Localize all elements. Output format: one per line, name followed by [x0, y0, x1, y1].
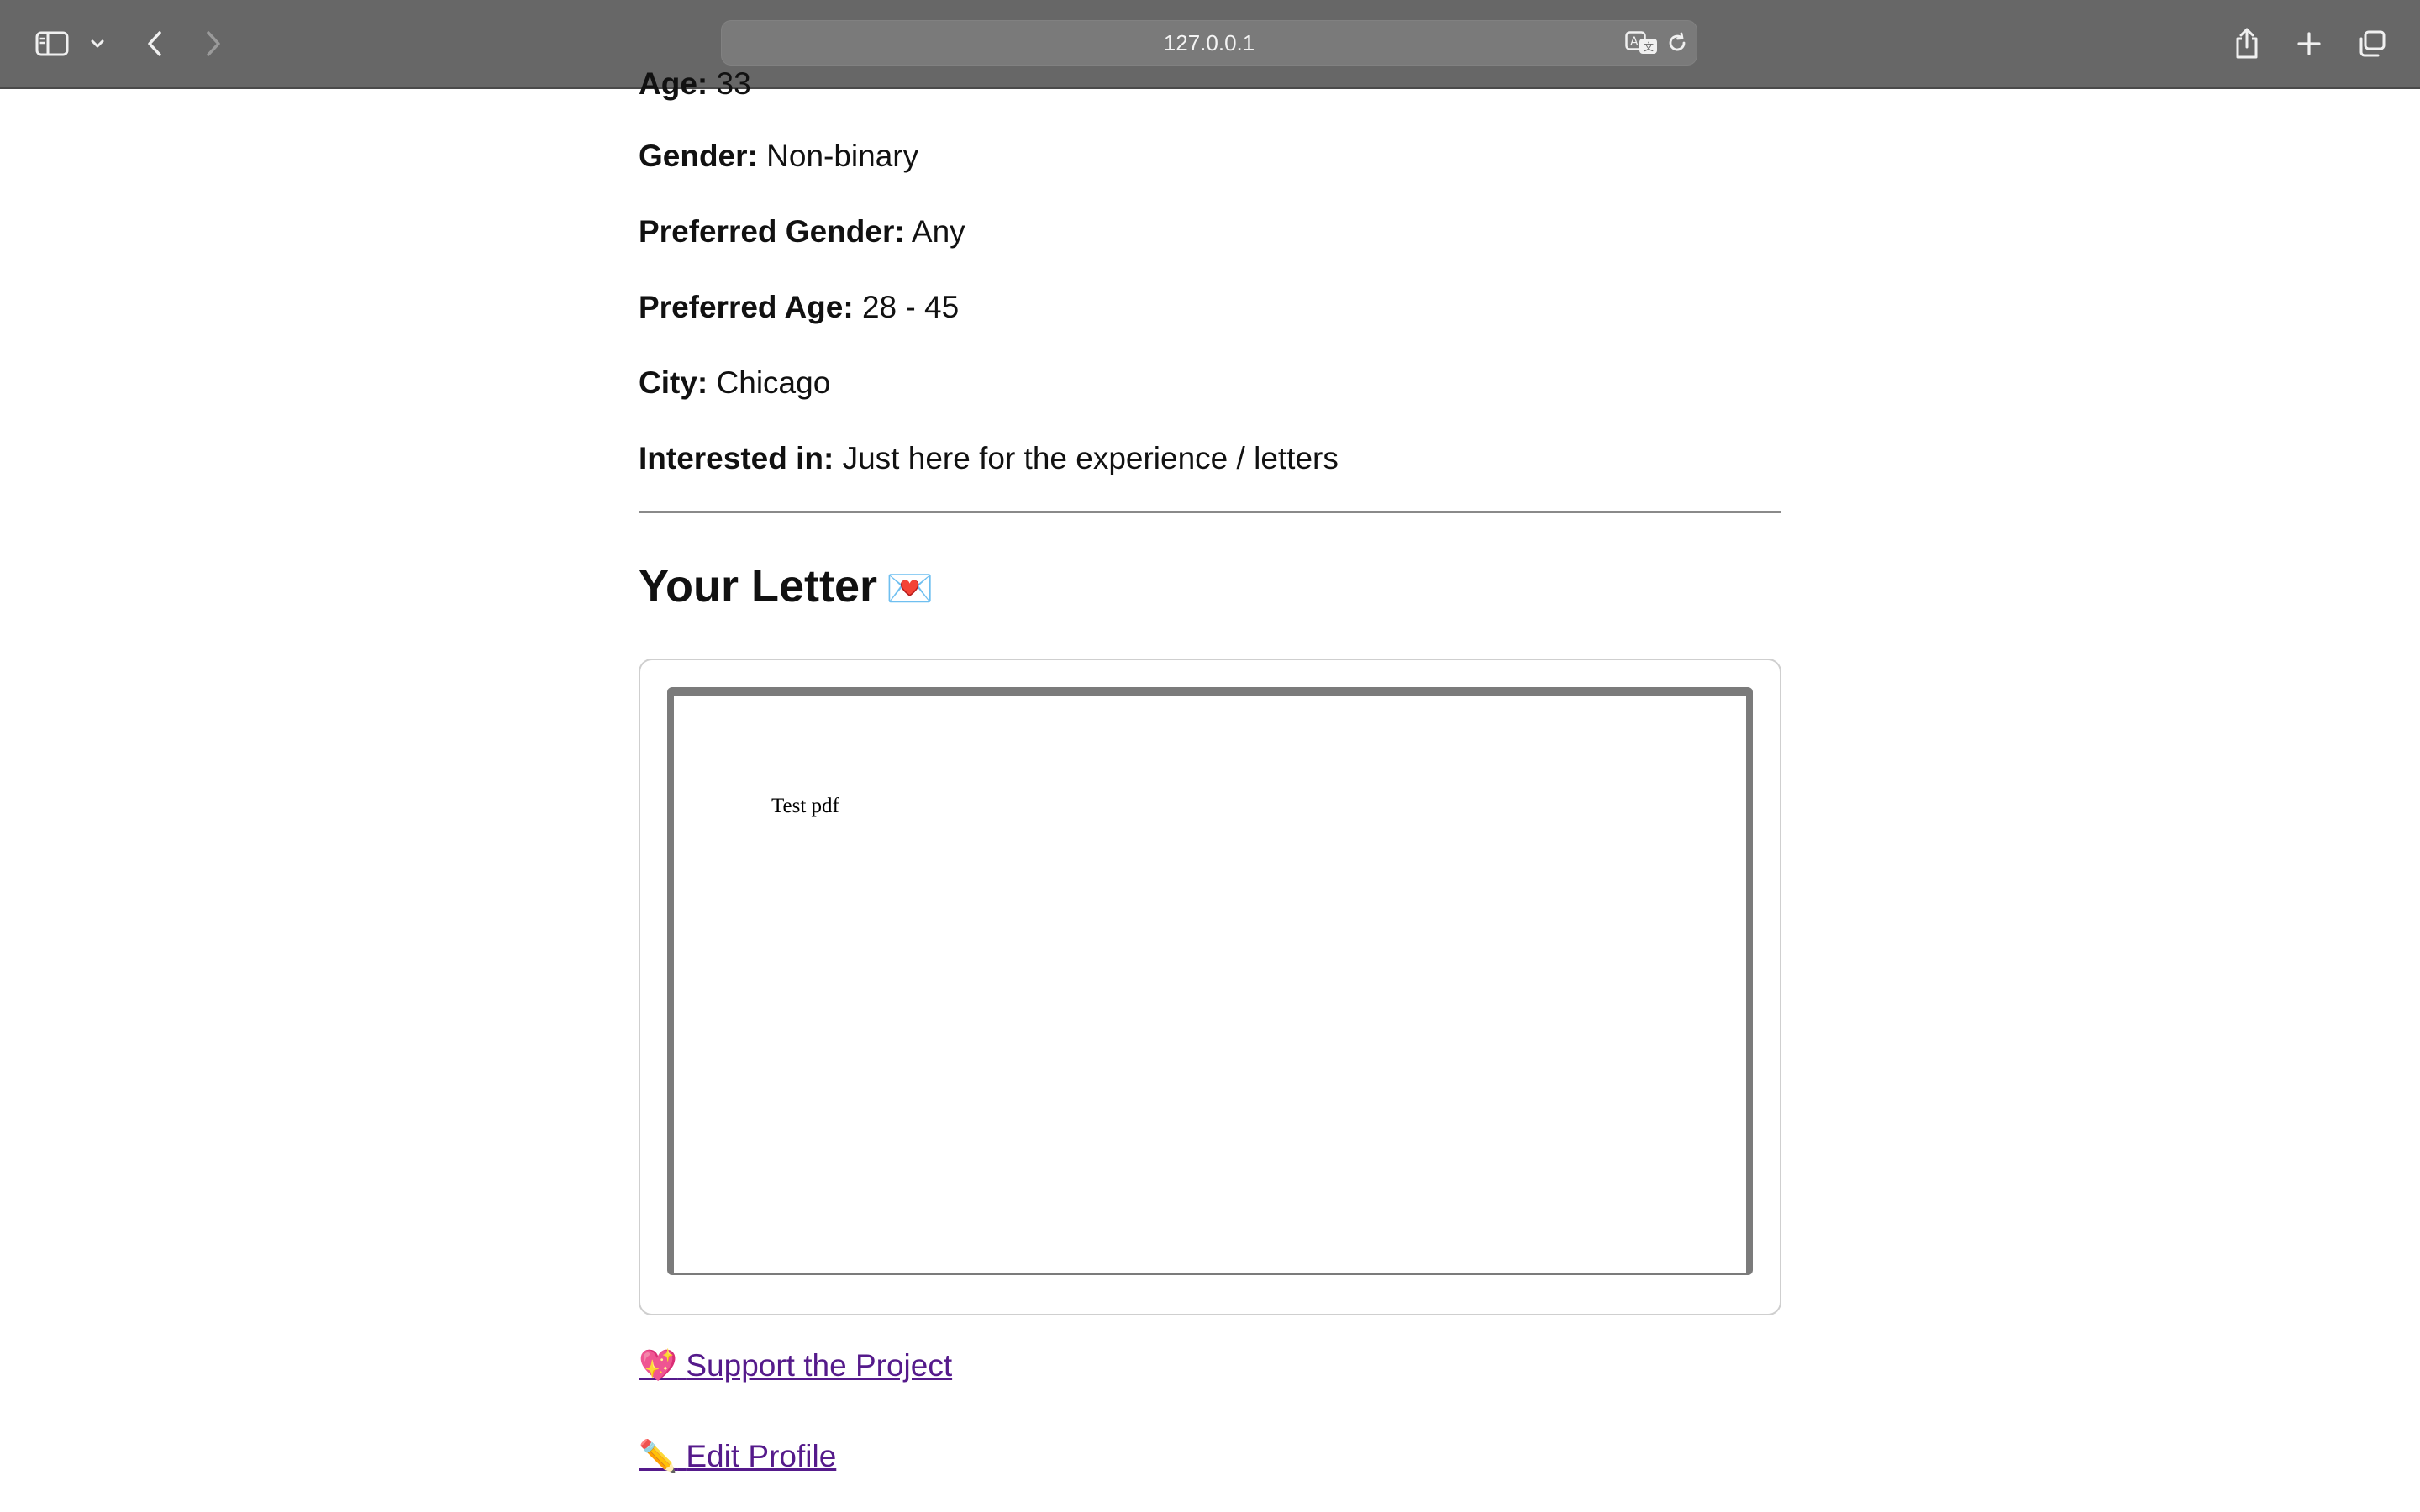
- url-text: 127.0.0.1: [1163, 30, 1255, 55]
- age-value: 33: [716, 66, 751, 101]
- interested-label: Interested in:: [639, 441, 834, 475]
- gender-label: Gender:: [639, 139, 758, 173]
- interested-line: Interested in: Just here for the experie…: [639, 440, 1339, 477]
- pdf-text: Test pdf: [771, 795, 839, 817]
- age-line: Age: 33: [639, 66, 751, 102]
- reload-icon[interactable]: [1665, 31, 1689, 59]
- age-label: Age:: [639, 66, 708, 101]
- edit-profile-label: Edit Profile: [686, 1439, 837, 1473]
- address-bar[interactable]: 127.0.0.1 A文: [721, 20, 1697, 66]
- back-icon[interactable]: [139, 18, 170, 69]
- letter-heading: Your Letter 💌: [639, 559, 934, 615]
- gender-value: Non-binary: [766, 139, 919, 173]
- city-label: City:: [639, 365, 708, 400]
- browser-toolbar: 127.0.0.1 A文: [0, 0, 2420, 89]
- translate-icon[interactable]: A文: [1625, 31, 1659, 59]
- preferred-age-value: 28 - 45: [861, 290, 960, 324]
- sidebar-icon[interactable]: [30, 18, 74, 69]
- pencil-icon: ✏️: [639, 1439, 678, 1473]
- section-divider: [639, 511, 1781, 513]
- preferred-gender-label: Preferred Gender:: [639, 214, 905, 249]
- interested-value: Just here for the experience / letters: [842, 441, 1339, 475]
- pdf-viewer[interactable]: Test pdf: [667, 687, 1753, 1275]
- gender-line: Gender: Non-binary: [639, 138, 918, 175]
- preferred-age-line: Preferred Age: 28 - 45: [639, 289, 959, 326]
- share-icon[interactable]: [2230, 18, 2264, 69]
- support-project-label: Support the Project: [686, 1348, 953, 1383]
- plus-icon[interactable]: [2292, 18, 2326, 69]
- letter-card: Test pdf: [639, 659, 1781, 1315]
- sparkling-heart-icon: 💖: [639, 1348, 678, 1383]
- tabs-icon[interactable]: [2354, 18, 2388, 69]
- svg-text:文: 文: [1644, 40, 1654, 53]
- chevron-down-icon[interactable]: [86, 18, 109, 69]
- city-line: City: Chicago: [639, 365, 830, 402]
- preferred-gender-line: Preferred Gender: Any: [639, 213, 965, 250]
- preferred-age-label: Preferred Age:: [639, 290, 854, 324]
- forward-icon[interactable]: [198, 18, 229, 69]
- support-project-link[interactable]: 💖 Support the Project: [639, 1347, 952, 1384]
- preferred-gender-value: Any: [911, 214, 965, 249]
- edit-profile-link[interactable]: ✏️ Edit Profile: [639, 1438, 836, 1475]
- letter-heading-text: Your Letter: [639, 561, 878, 612]
- city-value: Chicago: [716, 365, 831, 400]
- love-letter-icon: 💌: [886, 566, 934, 610]
- svg-text:A: A: [1630, 35, 1639, 49]
- pdf-page: Test pdf: [674, 696, 1746, 1273]
